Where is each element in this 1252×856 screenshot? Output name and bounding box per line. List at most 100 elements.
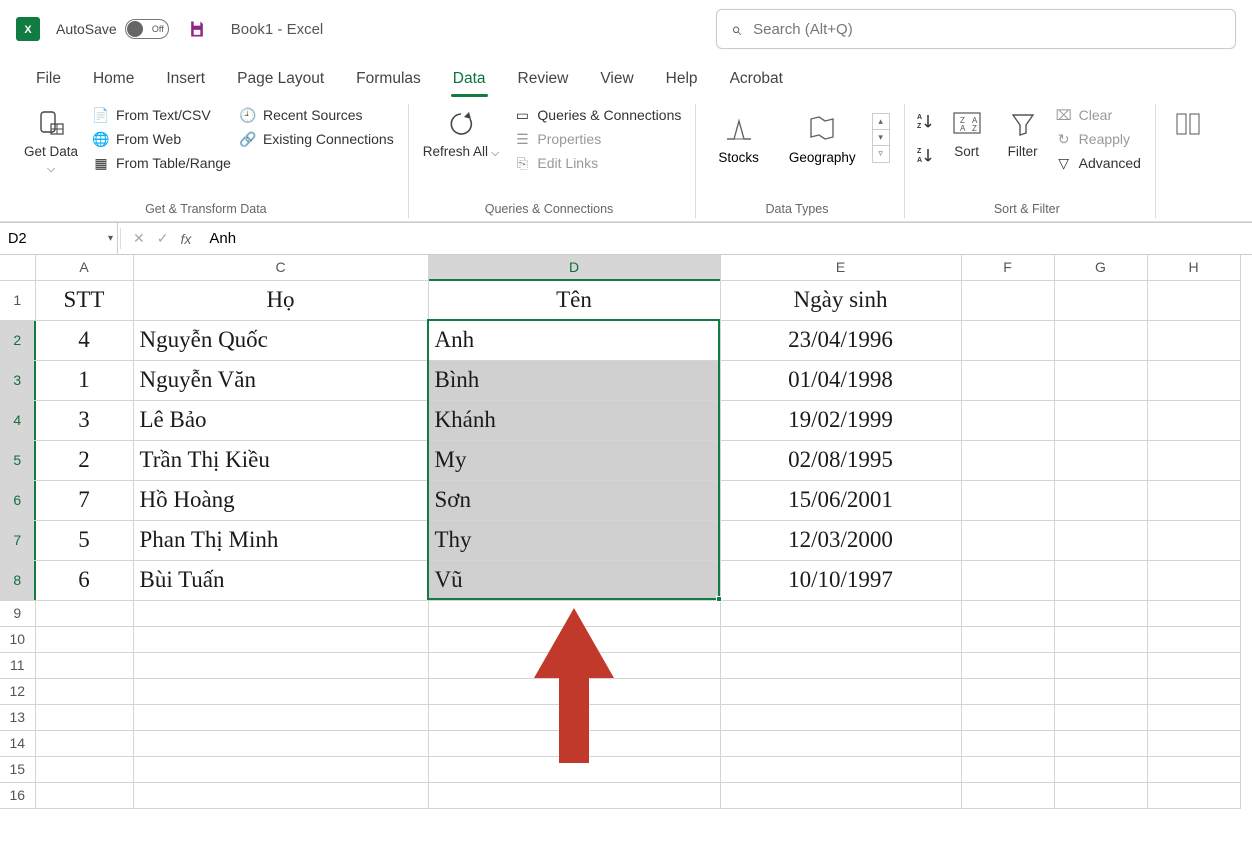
cell-H13[interactable] [1147,704,1240,730]
cell-C13[interactable] [133,704,428,730]
cell-F16[interactable] [961,782,1054,808]
cell-D6[interactable]: Sơn [428,480,720,520]
cell-C9[interactable] [133,600,428,626]
cell-F13[interactable] [961,704,1054,730]
autosave-toggle[interactable]: AutoSave Off [56,19,169,39]
row-header-9[interactable]: 9 [0,600,35,626]
column-header-H[interactable]: H [1147,255,1240,280]
cell-E14[interactable] [720,730,961,756]
cell-H16[interactable] [1147,782,1240,808]
row-header-4[interactable]: 4 [0,400,35,440]
cell-H14[interactable] [1147,730,1240,756]
from-table-range-button[interactable]: ▦From Table/Range [92,154,231,172]
cell-G14[interactable] [1054,730,1147,756]
column-header-D[interactable]: D [428,255,720,280]
geography-button[interactable]: Geography [775,104,870,171]
cell-C1[interactable]: Họ [133,280,428,320]
sort-button[interactable]: ZAAZ Sort [943,104,991,162]
cell-A15[interactable] [35,756,133,782]
cell-D13[interactable] [428,704,720,730]
row-header-3[interactable]: 3 [0,360,35,400]
cell-C4[interactable]: Lê Bảo [133,400,428,440]
cell-H3[interactable] [1147,360,1240,400]
cell-G15[interactable] [1054,756,1147,782]
spreadsheet-grid[interactable]: ACDEFGH1STTHọTênNgày sinh24Nguyễn QuốcAn… [0,255,1252,809]
cell-A6[interactable]: 7 [35,480,133,520]
cell-G6[interactable] [1054,480,1147,520]
cell-A14[interactable] [35,730,133,756]
cell-D7[interactable]: Thy [428,520,720,560]
cell-G12[interactable] [1054,678,1147,704]
cell-H15[interactable] [1147,756,1240,782]
cell-C6[interactable]: Hồ Hoàng [133,480,428,520]
tab-view[interactable]: View [584,62,649,96]
row-header-6[interactable]: 6 [0,480,35,520]
save-icon[interactable] [187,19,207,39]
column-header-F[interactable]: F [961,255,1054,280]
cell-G7[interactable] [1054,520,1147,560]
cell-D16[interactable] [428,782,720,808]
cell-H4[interactable] [1147,400,1240,440]
cell-E10[interactable] [720,626,961,652]
cell-G2[interactable] [1054,320,1147,360]
cell-H6[interactable] [1147,480,1240,520]
cell-H1[interactable] [1147,280,1240,320]
cell-C14[interactable] [133,730,428,756]
tab-acrobat[interactable]: Acrobat [714,62,799,96]
cell-A2[interactable]: 4 [35,320,133,360]
recent-sources-button[interactable]: 🕘Recent Sources [239,106,394,124]
cell-H5[interactable] [1147,440,1240,480]
cell-F11[interactable] [961,652,1054,678]
cell-H10[interactable] [1147,626,1240,652]
from-text-csv-button[interactable]: 📄From Text/CSV [92,106,231,124]
data-types-scroll[interactable]: ▴▾▿ [872,113,890,163]
row-header-11[interactable]: 11 [0,652,35,678]
cell-D2[interactable]: Anh [428,320,720,360]
cell-F4[interactable] [961,400,1054,440]
existing-connections-button[interactable]: 🔗Existing Connections [239,130,394,148]
row-header-14[interactable]: 14 [0,730,35,756]
cell-G13[interactable] [1054,704,1147,730]
cell-H2[interactable] [1147,320,1240,360]
cell-C16[interactable] [133,782,428,808]
cell-C5[interactable]: Trần Thị Kiều [133,440,428,480]
cell-A1[interactable]: STT [35,280,133,320]
select-all-corner[interactable] [0,255,35,280]
cell-G16[interactable] [1054,782,1147,808]
column-header-A[interactable]: A [35,255,133,280]
cell-G10[interactable] [1054,626,1147,652]
tab-home[interactable]: Home [77,62,150,96]
queries-connections-button[interactable]: ▭Queries & Connections [513,106,681,124]
cell-C3[interactable]: Nguyễn Văn [133,360,428,400]
cell-G3[interactable] [1054,360,1147,400]
sort-ascending-button[interactable]: AZ [913,110,935,132]
cell-E13[interactable] [720,704,961,730]
cell-H12[interactable] [1147,678,1240,704]
cell-D15[interactable] [428,756,720,782]
from-web-button[interactable]: 🌐From Web [92,130,231,148]
cell-F9[interactable] [961,600,1054,626]
cell-D11[interactable] [428,652,720,678]
cell-H9[interactable] [1147,600,1240,626]
cell-D9[interactable] [428,600,720,626]
refresh-all-button[interactable]: Refresh All [417,104,506,162]
cell-E7[interactable]: 12/03/2000 [720,520,961,560]
cell-E1[interactable]: Ngày sinh [720,280,961,320]
cell-A10[interactable] [35,626,133,652]
cell-F15[interactable] [961,756,1054,782]
cell-E16[interactable] [720,782,961,808]
search-input[interactable]: Search (Alt+Q) [716,9,1236,49]
cell-D4[interactable]: Khánh [428,400,720,440]
cell-C10[interactable] [133,626,428,652]
cell-D14[interactable] [428,730,720,756]
cell-C12[interactable] [133,678,428,704]
cell-E11[interactable] [720,652,961,678]
row-header-2[interactable]: 2 [0,320,35,360]
cell-E6[interactable]: 15/06/2001 [720,480,961,520]
cell-C7[interactable]: Phan Thị Minh [133,520,428,560]
cell-C2[interactable]: Nguyễn Quốc [133,320,428,360]
cell-F1[interactable] [961,280,1054,320]
cell-H11[interactable] [1147,652,1240,678]
cell-E9[interactable] [720,600,961,626]
text-to-columns-button[interactable] [1164,104,1212,144]
